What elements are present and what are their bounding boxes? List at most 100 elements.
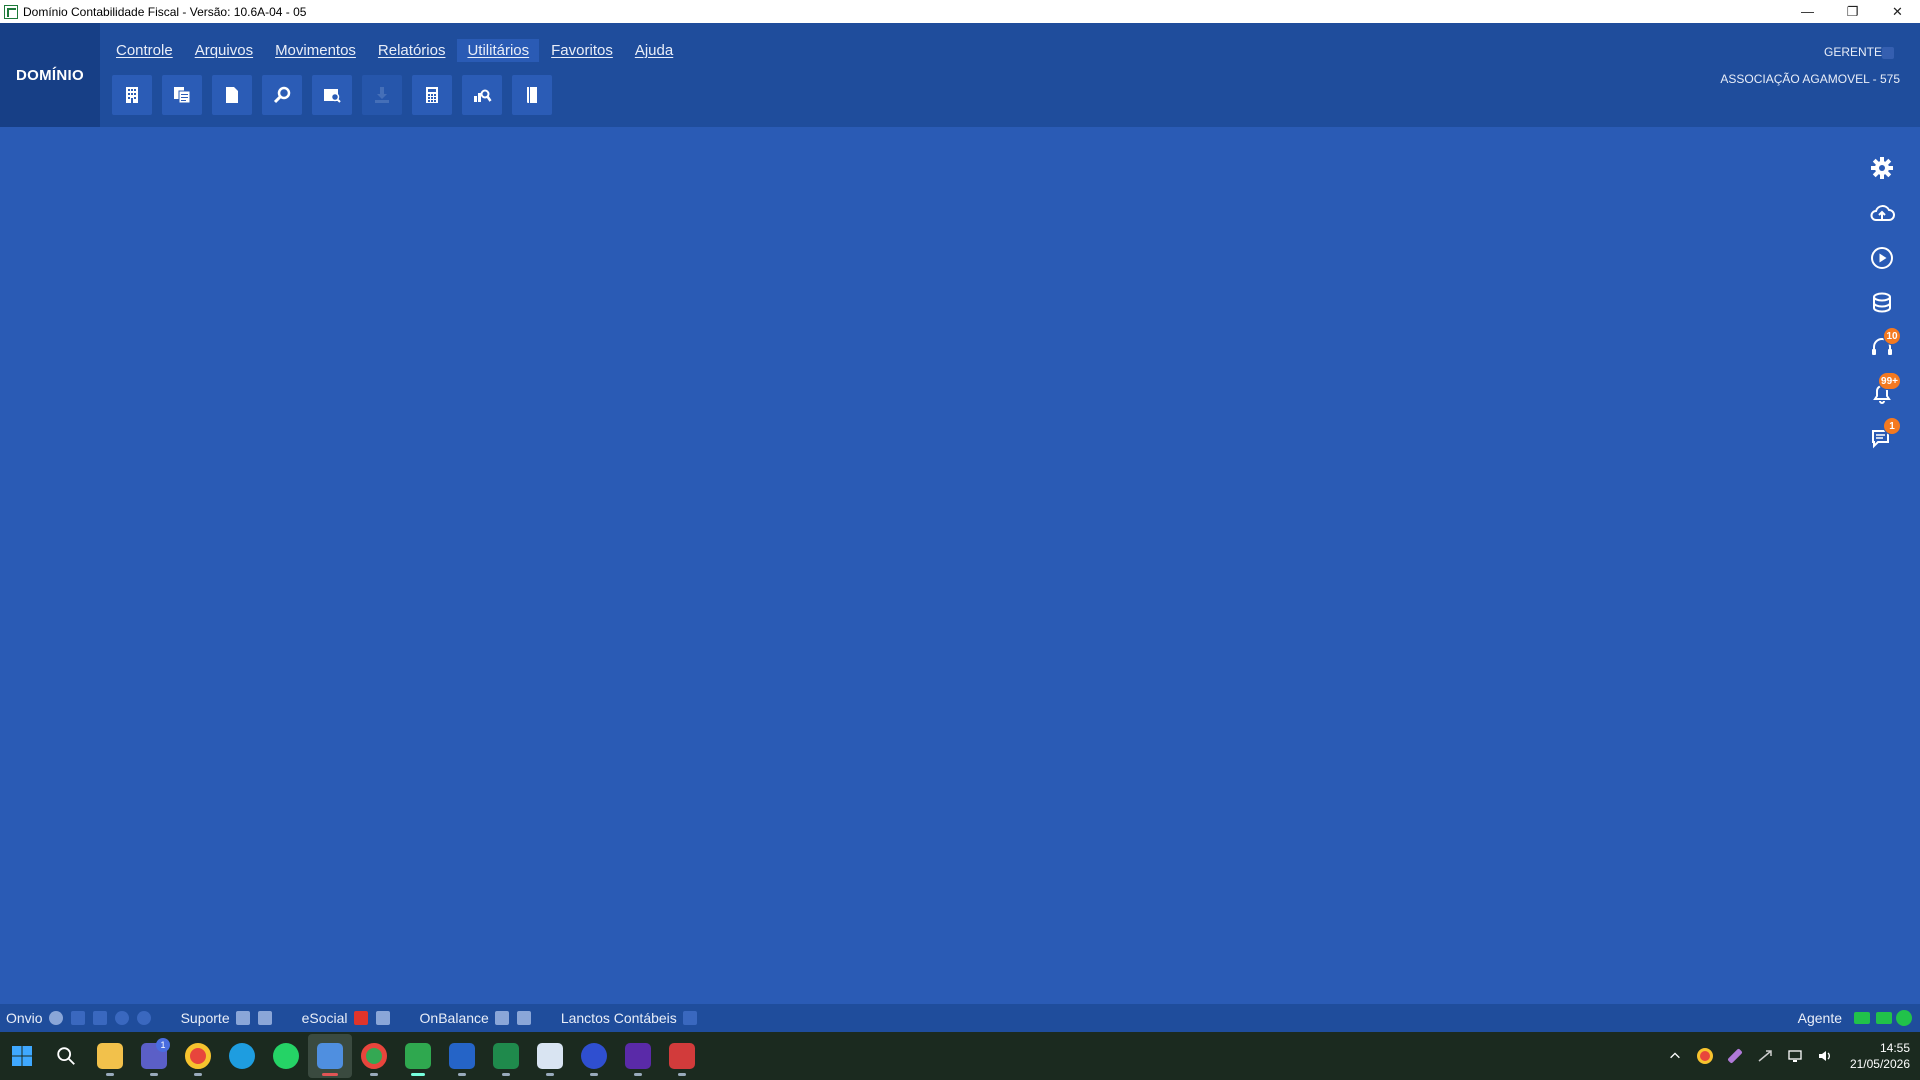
suporte-label: Suporte [180,1010,230,1026]
suporte-list-icon[interactable] [257,1011,272,1025]
company-label: ASSOCIAÇÃO AGAMOVEL - 575 [1720,72,1900,86]
video-button[interactable] [1864,240,1900,276]
taskbar-whatsapp[interactable] [264,1034,308,1078]
taskbar-outlook[interactable] [440,1034,484,1078]
document-icon [226,87,238,103]
onvio-mail-icon[interactable] [70,1011,85,1025]
toolbar-button-pesquisar[interactable] [262,75,302,115]
toolbar-button-copiar[interactable] [162,75,202,115]
toolbar-button-empresas[interactable] [112,75,152,115]
notifications-badge: 99+ [1878,372,1901,390]
taskbar-app-red[interactable] [660,1034,704,1078]
support-button[interactable]: 10 [1864,327,1901,366]
menu-relatorios[interactable]: Relatórios [368,39,456,62]
start-button[interactable] [0,1034,44,1078]
onvio-play-icon[interactable] [48,1011,63,1025]
remote-desktop-icon [317,1043,343,1069]
restore-button[interactable]: ❐ [1830,0,1875,23]
chrome-profile-icon [361,1043,387,1069]
lanctos-status-icon[interactable] [682,1011,697,1025]
chrome-tray-icon [1696,1048,1713,1064]
settings-button[interactable] [1864,150,1900,186]
onbalance-download-icon[interactable] [516,1011,531,1025]
notifications-button[interactable]: 99+ [1864,372,1901,411]
taskbar-chrome-profile[interactable] [352,1034,396,1078]
lanctos-label: Lanctos Contábeis [560,1010,677,1026]
support-badge: 10 [1883,327,1901,345]
play-circle-icon [1871,247,1893,269]
menu-arquivos[interactable]: Arquivos [185,39,263,62]
toolbar-button-calculadora[interactable] [412,75,452,115]
tray-volume[interactable] [1810,1032,1840,1080]
user-menu-toggle[interactable] [1882,47,1894,59]
windows-logo-icon [12,1046,32,1066]
book-icon [527,87,537,103]
esocial-list-icon[interactable] [375,1011,390,1025]
taskbar-remote-app[interactable] [308,1034,352,1078]
dominio-app-icon [405,1043,431,1069]
menu-bar: Controle Arquivos Movimentos Relatórios … [106,39,685,62]
menu-movimentos[interactable]: Movimentos [265,39,366,62]
outlook-icon [449,1043,475,1069]
search-icon [273,86,291,104]
tray-pen[interactable] [1720,1032,1750,1080]
toolbar-button-consultar[interactable] [312,75,352,115]
toolbar-button-livros[interactable] [512,75,552,115]
onvio-doc-icon[interactable] [92,1011,107,1025]
menu-controle[interactable]: Controle [106,39,183,62]
tray-chrome[interactable] [1690,1032,1720,1080]
onvio-sync-icon[interactable] [136,1011,151,1025]
brand-logo: DOMÍNIO [0,23,100,127]
chat-badge: 1 [1883,417,1901,435]
excel-icon [493,1043,519,1069]
tray-network[interactable] [1780,1032,1810,1080]
esocial-status-icon[interactable] [353,1011,368,1025]
tray-chevron[interactable] [1660,1032,1690,1080]
app-purple-icon [625,1043,651,1069]
status-bar: Onvio Suporte eSocial OnBalance Lanctos … [0,1004,1920,1032]
taskbar-excel[interactable] [484,1034,528,1078]
system-tray: 14:55 21/05/2026 [1660,1032,1910,1080]
close-button[interactable]: ✕ [1875,0,1920,23]
menu-utilitarios[interactable]: Utilitários [457,39,540,62]
cloud-upload-button[interactable] [1864,195,1900,231]
chat-button[interactable]: 1 [1864,417,1901,456]
menu-favoritos[interactable]: Favoritos [541,39,623,62]
menu-ajuda[interactable]: Ajuda [625,39,683,62]
chevron-up-icon [1670,1052,1680,1059]
side-toolbar: 10 99+ 1 [1864,150,1901,465]
taskbar-search-button[interactable] [44,1034,88,1078]
taskbar-edge[interactable] [220,1034,264,1078]
building-icon [126,87,138,103]
taskbar-teams[interactable]: 1 [132,1034,176,1078]
toolbar-button-documento[interactable] [212,75,252,115]
search-icon [57,1047,75,1065]
taskbar-chrome[interactable] [176,1034,220,1078]
chrome-icon [185,1043,211,1069]
suporte-plus-icon[interactable] [235,1011,250,1025]
taskbar-app-blue[interactable] [572,1034,616,1078]
taskbar-app-purple[interactable] [616,1034,660,1078]
calculator-icon [426,87,438,103]
agent-online-icon[interactable] [1896,1010,1912,1026]
tray-clock[interactable]: 14:55 21/05/2026 [1850,1040,1910,1072]
window-title: Domínio Contabilidade Fiscal - Versão: 1… [23,4,307,19]
copy-document-icon [174,87,191,104]
tray-network-extra[interactable] [1750,1032,1780,1080]
database-button[interactable] [1864,285,1900,321]
onvio-status-icon[interactable] [114,1011,129,1025]
app-icon [4,4,18,19]
taskbar-receita[interactable] [528,1034,572,1078]
taskbar-file-explorer[interactable] [88,1034,132,1078]
toolbar-button-importar[interactable] [362,75,402,115]
esocial-label: eSocial [301,1010,348,1026]
toolbar-button-analise[interactable] [462,75,502,115]
minimize-button[interactable]: — [1785,0,1830,23]
taskbar-dominio[interactable] [396,1034,440,1078]
agent-network-icon[interactable] [1876,1012,1892,1024]
toolbar [112,75,562,115]
gear-icon [1871,157,1893,179]
edge-icon [229,1043,255,1069]
agent-link-icon[interactable] [1854,1012,1870,1024]
onbalance-mail-icon[interactable] [494,1011,509,1025]
